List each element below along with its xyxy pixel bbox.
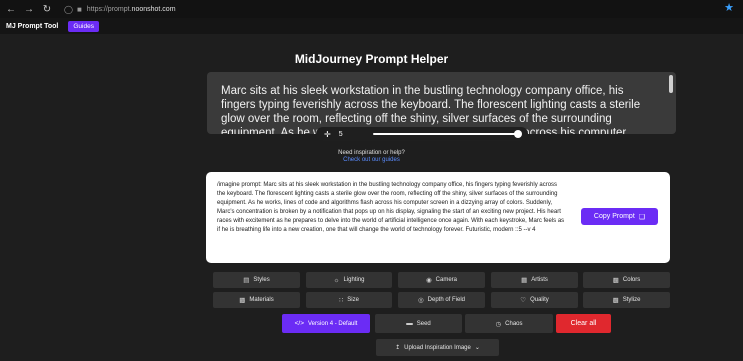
- slider-track[interactable]: [373, 133, 519, 135]
- quality-label: Quality: [530, 297, 549, 303]
- copy-prompt-label: Copy Prompt: [593, 213, 635, 220]
- chaos-label: Chaos: [505, 320, 523, 327]
- prompt-input[interactable]: Marc sits at his sleek workstation in th…: [207, 72, 676, 134]
- size-label: Size: [347, 297, 359, 303]
- help-question: Need inspiration or help?: [338, 150, 405, 156]
- depth-of-field-label: Depth of Field: [427, 297, 466, 303]
- tab-guides[interactable]: Guides: [68, 20, 99, 32]
- slider-thumb[interactable]: [514, 130, 522, 138]
- code-icon: </>: [294, 320, 305, 327]
- prompt-scrollbar[interactable]: [669, 75, 673, 93]
- stylize-label: Stylize: [622, 297, 641, 303]
- chevron-down-icon: ⌄: [474, 345, 480, 351]
- shield-icon: ◯: [64, 4, 73, 14]
- forward-icon[interactable]: →: [22, 2, 36, 16]
- seed-label: Seed: [416, 320, 431, 327]
- quality-icon: ♡: [520, 297, 527, 304]
- upload-icon: ↥: [395, 345, 401, 351]
- upload-label: Upload Inspiration Image: [404, 344, 471, 351]
- materials-icon: ▩: [239, 297, 246, 304]
- styles-label: Styles: [253, 277, 270, 283]
- stylize-icon: ▩: [612, 297, 619, 304]
- guides-link[interactable]: Check out our guides: [0, 157, 743, 164]
- clear-all-button[interactable]: Clear all: [556, 314, 611, 333]
- lightbulb-icon: ☼: [333, 276, 340, 284]
- app-header: MJ Prompt Tool Guides: [0, 18, 743, 34]
- move-icon: ✛: [324, 129, 331, 139]
- weight-slider[interactable]: ✛ 5: [316, 127, 528, 141]
- materials-button[interactable]: ▩ Materials: [213, 292, 300, 308]
- artists-label: Artists: [531, 277, 548, 283]
- reload-icon[interactable]: ↻: [40, 2, 54, 16]
- seed-icon: ▬: [406, 320, 413, 327]
- app-title[interactable]: MJ Prompt Tool: [6, 23, 58, 30]
- camera-label: Camera: [435, 277, 457, 283]
- copy-icon: ❏: [638, 213, 646, 221]
- extension-star-icon[interactable]: ★: [723, 2, 735, 14]
- clock-icon: ◷: [495, 320, 502, 328]
- upload-inspiration-button[interactable]: ↥ Upload Inspiration Image ⌄: [376, 339, 499, 356]
- lighting-button[interactable]: ☼ Lighting: [306, 272, 392, 288]
- artists-button[interactable]: ▦ Artists: [491, 272, 578, 288]
- camera-icon: ◉: [425, 277, 432, 284]
- camera-button[interactable]: ◉ Camera: [398, 272, 485, 288]
- palette-icon: ▩: [612, 277, 619, 284]
- materials-label: Materials: [249, 297, 274, 303]
- lighting-label: Lighting: [343, 277, 365, 283]
- back-icon[interactable]: ←: [4, 2, 18, 16]
- colors-button[interactable]: ▩ Colors: [583, 272, 670, 288]
- depth-of-field-button[interactable]: ◎ Depth of Field: [398, 292, 485, 308]
- lock-icon: ■: [76, 4, 82, 14]
- copy-prompt-button[interactable]: Copy Prompt ❏: [581, 208, 658, 225]
- address-bar[interactable]: https://prompt.noonshot.com: [87, 6, 176, 13]
- slider-value: 5: [338, 130, 343, 138]
- styles-button[interactable]: ▤ Styles: [213, 272, 300, 288]
- size-button[interactable]: ∷ Size: [306, 292, 392, 308]
- prompt-output-text: /imagine prompt: Marc sits at his sleek …: [217, 182, 565, 233]
- colors-label: Colors: [622, 277, 641, 283]
- styles-icon: ▤: [243, 277, 250, 284]
- seed-button[interactable]: ▬ Seed: [375, 314, 462, 333]
- version-label: Version 4 - Default: [308, 320, 358, 327]
- help-section: Need inspiration or help? Check out our …: [0, 150, 743, 164]
- browser-toolbar: ← → ↻ ◯ ■ https://prompt.noonshot.com ★: [0, 0, 743, 18]
- url-host: noonshot.com: [131, 5, 176, 13]
- url-prefix: https://prompt.: [86, 5, 132, 13]
- resize-icon: ∷: [339, 297, 344, 304]
- stylize-button[interactable]: ▩ Stylize: [583, 292, 670, 308]
- artists-icon: ▦: [521, 277, 528, 284]
- chaos-button[interactable]: ◷ Chaos: [465, 314, 553, 333]
- page-title: MidJourney Prompt Helper: [294, 52, 449, 66]
- eye-icon: ◎: [417, 297, 424, 304]
- quality-button[interactable]: ♡ Quality: [491, 292, 578, 308]
- version-select-button[interactable]: </> Version 4 - Default: [282, 314, 370, 333]
- prompt-output-card: /imagine prompt: Marc sits at his sleek …: [206, 172, 670, 263]
